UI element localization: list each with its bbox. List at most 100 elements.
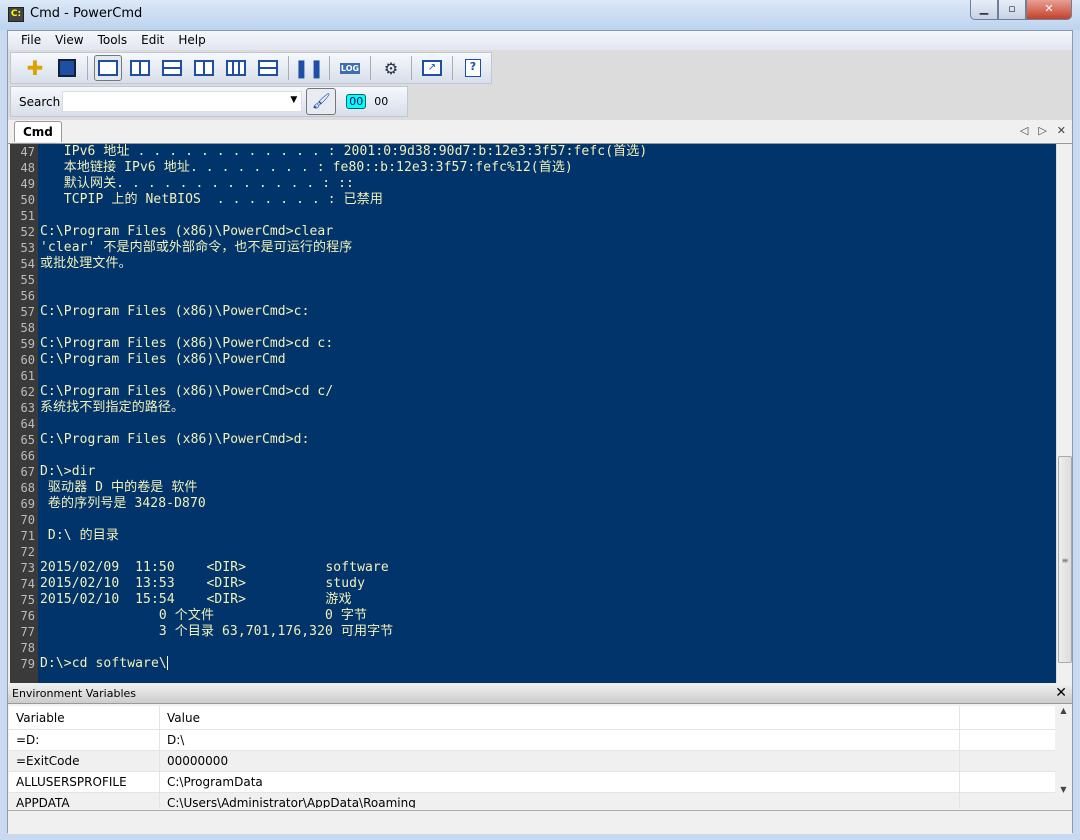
- console-output[interactable]: 47 IPv6 地址 . . . . . . . . . . . . : 200…: [10, 144, 1056, 683]
- layout-3-columns-button[interactable]: [222, 55, 250, 81]
- console-line: 72: [10, 544, 647, 560]
- menu-tools[interactable]: Tools: [91, 31, 135, 50]
- line-text: 本地链接 IPv6 地址. . . . . . . . : fe80::b:12…: [40, 160, 573, 175]
- line-number: 53: [20, 241, 35, 255]
- console-line: 62 C:\Program Files (x86)\PowerCmd>cd c/: [10, 384, 647, 400]
- column-header-variable[interactable]: Variable: [9, 706, 160, 729]
- line-text: 驱动器 D 中的卷是 软件: [40, 480, 198, 495]
- env-scrollbar[interactable]: ▲ ▼: [1055, 706, 1072, 808]
- console-line: 71 D:\ 的目录: [10, 528, 647, 544]
- match-count-value: 00: [374, 95, 389, 108]
- variable-cell: =ExitCode: [9, 751, 160, 771]
- line-text: TCPIP 上的 NetBIOS . . . . . . . : 已禁用: [40, 192, 383, 207]
- tab-cmd[interactable]: Cmd: [14, 121, 62, 142]
- detach-button[interactable]: ↗: [418, 55, 446, 81]
- variable-cell: ALLUSERSPROFILE: [9, 772, 160, 792]
- line-number: 47: [20, 145, 35, 159]
- line-text: C:\Program Files (x86)\PowerCmd: [40, 352, 286, 367]
- line-number: 52: [20, 225, 35, 239]
- value-cell: 00000000: [160, 751, 960, 771]
- console-line: 66: [10, 448, 647, 464]
- line-number: 48: [20, 161, 35, 175]
- console-line: 51: [10, 208, 647, 224]
- line-text: [38, 416, 40, 432]
- column-header-value[interactable]: Value: [160, 706, 960, 729]
- menu-view[interactable]: View: [48, 31, 90, 50]
- line-number: 59: [20, 337, 35, 351]
- layout-single-button[interactable]: [94, 55, 122, 81]
- console-line: 73 2015/02/09 11:50 <DIR> software: [10, 560, 647, 576]
- minimize-button[interactable]: ▁: [970, 0, 998, 20]
- table-row[interactable]: ALLUSERSPROFILE C:\ProgramData: [9, 772, 1055, 793]
- console-line: 60 C:\Program Files (x86)\PowerCmd: [10, 352, 647, 368]
- line-number: 62: [20, 385, 35, 399]
- close-icon[interactable]: ✕: [1055, 685, 1067, 701]
- console-line: 52 C:\Program Files (x86)\PowerCmd>clear: [10, 224, 647, 240]
- highlight-brush-button[interactable]: 🖌: [306, 88, 337, 115]
- line-text: [38, 512, 40, 528]
- menu-help[interactable]: Help: [171, 31, 212, 50]
- table-row[interactable]: =ExitCode 00000000: [9, 751, 1055, 772]
- save-button[interactable]: [53, 55, 81, 81]
- detach-icon: ↗: [422, 60, 442, 76]
- console-line: 64: [10, 416, 647, 432]
- line-number: 57: [20, 305, 35, 319]
- line-number: 77: [20, 625, 35, 639]
- scrollbar-thumb[interactable]: ≡: [1058, 456, 1072, 663]
- layout-4-button[interactable]: [254, 55, 282, 81]
- table-row[interactable]: =D: D:\: [9, 730, 1055, 751]
- panel-title: Environment Variables: [12, 687, 137, 700]
- console-line: 53 'clear' 不是内部或外部命令，也不是可运行的程序: [10, 240, 647, 256]
- console-line: 57 C:\Program Files (x86)\PowerCmd>c:: [10, 304, 647, 320]
- line-number: 58: [20, 321, 35, 335]
- settings-button[interactable]: ⚙: [377, 55, 405, 81]
- console-line: 69 卷的序列号是 3428-D870: [10, 496, 647, 512]
- search-input[interactable]: ▼: [62, 91, 303, 112]
- log-button[interactable]: LOG: [336, 55, 364, 81]
- line-text: [38, 208, 40, 224]
- line-text: C:\Program Files (x86)\PowerCmd>c:: [40, 304, 310, 319]
- empty-cell: [960, 772, 1055, 792]
- close-button[interactable]: ✕: [1026, 0, 1072, 20]
- console-line: 74 2015/02/10 13:53 <DIR> study: [10, 576, 647, 592]
- line-text: 2015/02/10 15:54 <DIR> 游戏: [40, 592, 352, 607]
- chevron-down-icon[interactable]: ▼: [290, 95, 297, 105]
- line-number: 70: [20, 513, 35, 527]
- menu-edit[interactable]: Edit: [134, 31, 171, 50]
- line-number: 69: [20, 497, 35, 511]
- pause-icon: ❚❚: [293, 57, 325, 79]
- line-number: 76: [20, 609, 35, 623]
- maximize-button[interactable]: ▫: [998, 0, 1026, 20]
- line-number: 56: [20, 289, 35, 303]
- tab-scroll-right-icon[interactable]: ▷: [1038, 124, 1046, 137]
- gears-icon: ⚙: [383, 58, 399, 78]
- line-number: 60: [20, 353, 35, 367]
- line-number: 49: [20, 177, 35, 191]
- line-text: [38, 544, 40, 560]
- new-console-button[interactable]: ✚: [21, 55, 49, 81]
- layout-3-button[interactable]: [190, 55, 218, 81]
- layout-2-horizontal-button[interactable]: [158, 55, 186, 81]
- line-number: 50: [20, 193, 35, 207]
- table-row[interactable]: APPDATA C:\Users\Administrator\AppData\Ro…: [9, 793, 1055, 808]
- layout-2-vertical-button[interactable]: [126, 55, 154, 81]
- console-line: 48 本地链接 IPv6 地址. . . . . . . . : fe80::b…: [10, 160, 647, 176]
- console-line: 50 TCPIP 上的 NetBIOS . . . . . . . : 已禁用: [10, 192, 647, 208]
- line-number: 68: [20, 481, 35, 495]
- help-button[interactable]: ?: [459, 55, 487, 81]
- line-number: 72: [20, 545, 35, 559]
- tab-close-icon[interactable]: ✕: [1057, 124, 1066, 137]
- line-number: 71: [20, 529, 35, 543]
- environment-variables-panel: Environment Variables ✕ Variable Value =D…: [8, 685, 1072, 834]
- tab-scroll-left-icon[interactable]: ◁: [1020, 124, 1028, 137]
- console-line: 78: [10, 640, 647, 656]
- pause-button[interactable]: ❚❚: [293, 55, 325, 81]
- empty-cell: [960, 730, 1055, 750]
- menu-file[interactable]: File: [14, 31, 48, 50]
- line-text: 2015/02/09 11:50 <DIR> software: [40, 560, 389, 575]
- console-line: 55: [10, 272, 647, 288]
- line-number: 65: [20, 433, 35, 447]
- save-icon: [58, 59, 76, 77]
- text-cursor: [166, 656, 168, 670]
- console-scrollbar[interactable]: ≡: [1056, 144, 1072, 683]
